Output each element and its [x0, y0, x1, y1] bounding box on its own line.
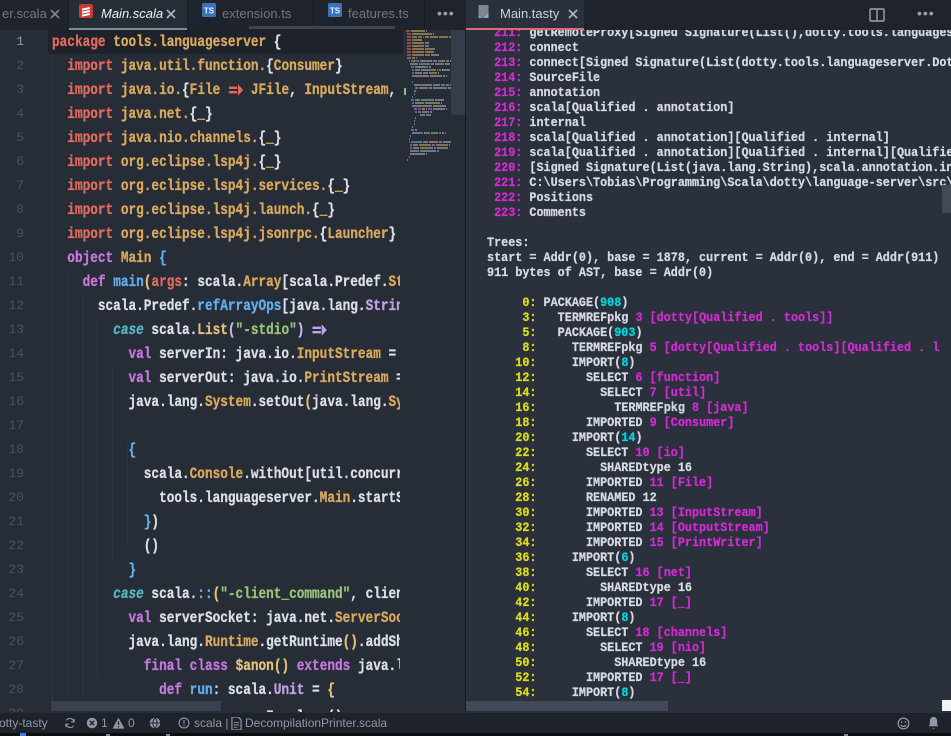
- svg-text:TS: TS: [330, 7, 341, 16]
- svg-text:TS: TS: [204, 7, 215, 16]
